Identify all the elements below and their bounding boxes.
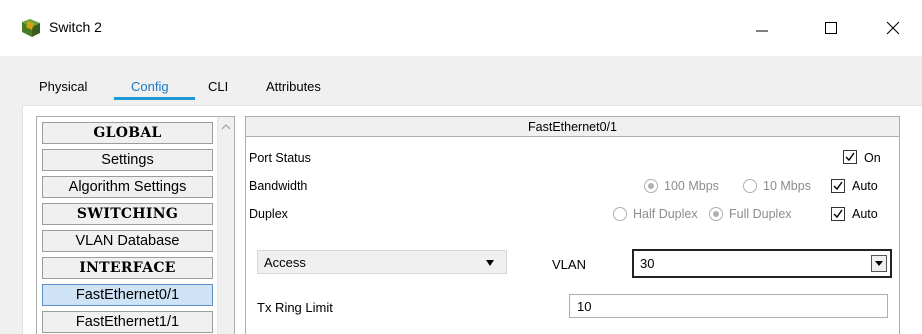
sidebar-scrollbar[interactable] <box>217 117 234 334</box>
panel-title: FastEthernet0/1 <box>246 117 899 137</box>
sidebar-item-fastethernet0-1[interactable]: FastEthernet0/1 <box>42 284 213 306</box>
duplex-auto-checkbox[interactable] <box>831 207 845 221</box>
vlan-combobox[interactable]: 30 <box>632 249 892 278</box>
sidebar-header-switching: SWITCHING <box>42 203 213 225</box>
bandwidth-100-label: 100 Mbps <box>664 179 719 193</box>
tx-ring-limit-label: Tx Ring Limit <box>257 300 333 315</box>
port-on-checkbox[interactable] <box>843 150 857 164</box>
vlan-value: 30 <box>640 256 655 271</box>
bandwidth-auto-checkbox[interactable] <box>831 179 845 193</box>
duplex-full-label: Full Duplex <box>729 207 792 221</box>
port-mode-value: Access <box>264 254 306 270</box>
close-button[interactable] <box>870 13 916 43</box>
bandwidth-auto-label: Auto <box>852 179 878 193</box>
close-icon <box>886 21 900 35</box>
checkmark-icon <box>845 152 855 162</box>
tab-attributes[interactable]: Attributes <box>266 79 321 94</box>
port-on-label: On <box>864 151 881 165</box>
config-sidebar: GLOBAL Settings Algorithm Settings SWITC… <box>36 116 235 334</box>
chevron-down-icon <box>486 260 494 266</box>
tab-physical[interactable]: Physical <box>39 79 87 94</box>
vlan-label: VLAN <box>552 257 586 272</box>
duplex-auto-label: Auto <box>852 207 878 221</box>
duplex-label: Duplex <box>249 207 288 221</box>
title-bar: Switch 2 <box>0 0 922 56</box>
sidebar-item-vlan-database[interactable]: VLAN Database <box>42 230 213 252</box>
tx-ring-limit-input[interactable]: 10 <box>569 294 888 318</box>
bandwidth-10-radio[interactable] <box>743 179 757 193</box>
sidebar-item-algorithm-settings[interactable]: Algorithm Settings <box>42 176 213 198</box>
duplex-full-radio[interactable] <box>709 207 723 221</box>
checkmark-icon <box>833 209 843 219</box>
chevron-down-icon <box>875 261 883 266</box>
duplex-half-label: Half Duplex <box>633 207 698 221</box>
bandwidth-10-label: 10 Mbps <box>763 179 811 193</box>
scroll-up-icon[interactable] <box>221 123 231 131</box>
interface-panel: FastEthernet0/1 Port Status On Bandwidth… <box>245 116 900 334</box>
minimize-button[interactable] <box>739 13 785 43</box>
tab-config[interactable]: Config <box>131 79 169 94</box>
active-tab-underline <box>114 97 195 100</box>
port-mode-dropdown[interactable]: Access <box>257 250 507 274</box>
port-status-label: Port Status <box>249 151 311 165</box>
vlan-dropdown-button[interactable] <box>871 255 887 272</box>
sidebar-header-global: GLOBAL <box>42 122 213 144</box>
window-title: Switch 2 <box>49 19 102 35</box>
maximize-button[interactable] <box>808 13 854 43</box>
switch-device-icon <box>22 19 40 37</box>
minimize-icon <box>756 30 768 32</box>
sidebar-header-interface: INTERFACE <box>42 257 213 279</box>
sidebar-item-settings[interactable]: Settings <box>42 149 213 171</box>
tab-cli[interactable]: CLI <box>208 79 228 94</box>
checkmark-icon <box>833 181 843 191</box>
duplex-half-radio[interactable] <box>613 207 627 221</box>
maximize-icon <box>825 22 837 34</box>
bandwidth-label: Bandwidth <box>249 179 308 193</box>
sidebar-item-fastethernet1-1[interactable]: FastEthernet1/1 <box>42 311 213 333</box>
bandwidth-100-radio[interactable] <box>644 179 658 193</box>
